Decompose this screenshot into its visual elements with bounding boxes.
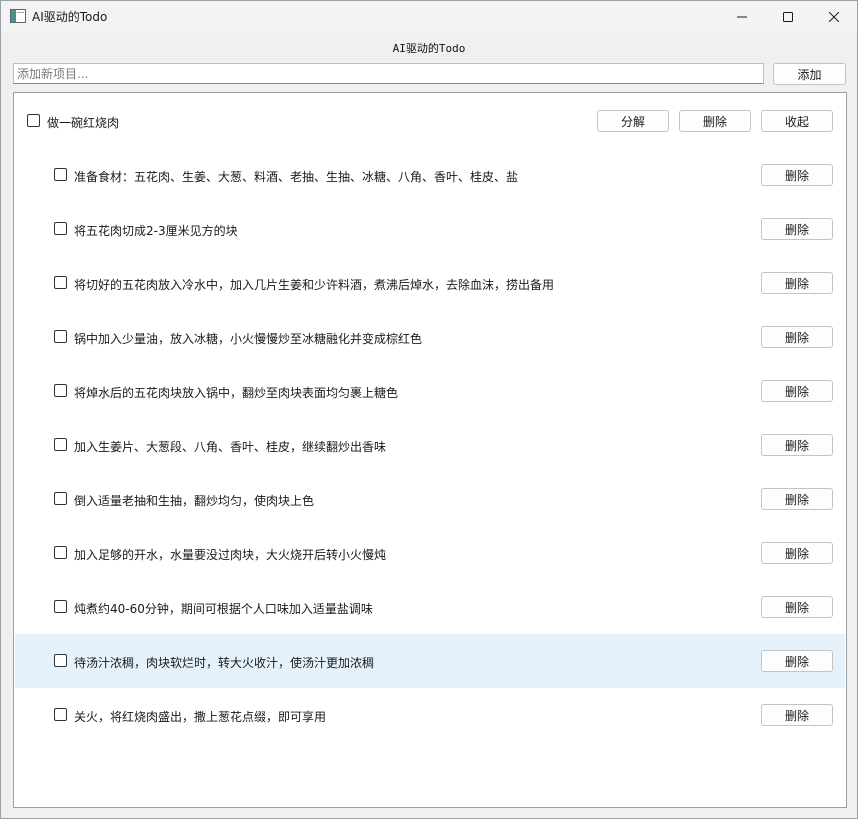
close-button[interactable] <box>811 1 857 32</box>
subtask-checkbox[interactable] <box>54 492 67 505</box>
delete-subtask-button[interactable]: 删除 <box>761 488 833 510</box>
subtask-row: 关火，将红烧肉盛出，撒上葱花点缀，即可享用 删除 <box>15 688 845 742</box>
close-icon <box>829 11 839 22</box>
parent-task-row: 做一碗红烧肉 分解 删除 收起 <box>15 94 845 148</box>
subtask-row: 倒入适量老抽和生抽，翻炒均匀，使肉块上色 删除 <box>15 472 845 526</box>
subtask-row: 锅中加入少量油，放入冰糖，小火慢慢炒至冰糖融化并变成棕红色 删除 <box>15 310 845 364</box>
subtask-label: 关火，将红烧肉盛出，撒上葱花点缀，即可享用 <box>74 710 327 724</box>
delete-subtask-button[interactable]: 删除 <box>761 326 833 348</box>
subtask-label: 将五花肉切成2-3厘米见方的块 <box>74 224 238 238</box>
subtask-checkbox[interactable] <box>54 600 67 613</box>
subtask-label: 准备食材：五花肉、生姜、大葱、料酒、老抽、生抽、冰糖、八角、香叶、桂皮、盐 <box>74 170 519 184</box>
app-window: AI驱动的Todo AI驱动的Todo 添加 做一碗红烧肉 分解 删除 收起 <box>0 0 858 819</box>
subtask-checkbox[interactable] <box>54 222 67 235</box>
subtask-row: 将五花肉切成2-3厘米见方的块 删除 <box>15 202 845 256</box>
subtask-checkbox[interactable] <box>54 330 67 343</box>
subtask-row: 加入足够的开水，水量要没过肉块，大火烧开后转小火慢炖 删除 <box>15 526 845 580</box>
delete-subtask-button[interactable]: 删除 <box>761 650 833 672</box>
delete-subtask-button[interactable]: 删除 <box>761 380 833 402</box>
subtask-row: 将切好的五花肉放入冷水中，加入几片生姜和少许料酒，煮沸后焯水，去除血沫，捞出备用… <box>15 256 845 310</box>
app-icon <box>10 9 26 23</box>
subtask-row: 炖煮约40-60分钟，期间可根据个人口味加入适量盐调味 删除 <box>15 580 845 634</box>
maximize-icon <box>783 11 793 22</box>
title-bar[interactable]: AI驱动的Todo <box>1 1 857 32</box>
delete-subtask-button[interactable]: 删除 <box>761 704 833 726</box>
subtask-label: 锅中加入少量油，放入冰糖，小火慢慢炒至冰糖融化并变成棕红色 <box>74 332 423 346</box>
subtask-checkbox[interactable] <box>54 708 67 721</box>
subtask-checkbox[interactable] <box>54 168 67 181</box>
subtask-label: 加入足够的开水，水量要没过肉块，大火烧开后转小火慢炖 <box>74 548 387 562</box>
delete-subtask-button[interactable]: 删除 <box>761 542 833 564</box>
subtask-label: 炖煮约40-60分钟，期间可根据个人口味加入适量盐调味 <box>74 602 373 616</box>
parent-task-checkbox[interactable] <box>27 114 40 127</box>
window-title: AI驱动的Todo <box>32 10 108 24</box>
subtask-label: 加入生姜片、大葱段、八角、香叶、桂皮，继续翻炒出香味 <box>74 440 387 454</box>
delete-subtask-button[interactable]: 删除 <box>761 164 833 186</box>
content-title: AI驱动的Todo <box>392 42 466 55</box>
todo-list[interactable]: 做一碗红烧肉 分解 删除 收起 准备食材：五花肉、生姜、大葱、料酒、老抽、生抽、… <box>13 92 847 808</box>
collapse-button[interactable]: 收起 <box>761 110 833 132</box>
delete-subtask-button[interactable]: 删除 <box>761 272 833 294</box>
subtask-checkbox[interactable] <box>54 384 67 397</box>
decompose-button[interactable]: 分解 <box>597 110 669 132</box>
subtask-label: 将焯水后的五花肉块放入锅中，翻炒至肉块表面均匀裹上糖色 <box>74 386 399 400</box>
subtask-label: 将切好的五花肉放入冷水中，加入几片生姜和少许料酒，煮沸后焯水，去除血沫，捞出备用 <box>74 278 555 292</box>
subtask-label: 待汤汁浓稠，肉块软烂时，转大火收汁，使汤汁更加浓稠 <box>74 656 375 670</box>
subtask-checkbox[interactable] <box>54 438 67 451</box>
add-button[interactable]: 添加 <box>773 63 846 85</box>
minimize-button[interactable] <box>719 1 765 32</box>
parent-task-label: 做一碗红烧肉 <box>47 116 120 130</box>
subtask-checkbox[interactable] <box>54 654 67 667</box>
subtask-checkbox[interactable] <box>54 546 67 559</box>
subtask-row: 加入生姜片、大葱段、八角、香叶、桂皮，继续翻炒出香味 删除 <box>15 418 845 472</box>
new-item-input[interactable] <box>13 63 764 84</box>
delete-subtask-button[interactable]: 删除 <box>761 434 833 456</box>
subtask-row: 待汤汁浓稠，肉块软烂时，转大火收汁，使汤汁更加浓稠 删除 <box>15 634 845 688</box>
subtask-label: 倒入适量老抽和生抽，翻炒均匀，使肉块上色 <box>74 494 315 508</box>
minimize-icon <box>737 16 747 17</box>
subtask-checkbox[interactable] <box>54 276 67 289</box>
delete-subtask-button[interactable]: 删除 <box>761 218 833 240</box>
delete-subtask-button[interactable]: 删除 <box>761 596 833 618</box>
delete-parent-button[interactable]: 删除 <box>679 110 751 132</box>
subtask-row: 准备食材：五花肉、生姜、大葱、料酒、老抽、生抽、冰糖、八角、香叶、桂皮、盐 删除 <box>15 148 845 202</box>
subtask-row: 将焯水后的五花肉块放入锅中，翻炒至肉块表面均匀裹上糖色 删除 <box>15 364 845 418</box>
maximize-button[interactable] <box>765 1 811 32</box>
